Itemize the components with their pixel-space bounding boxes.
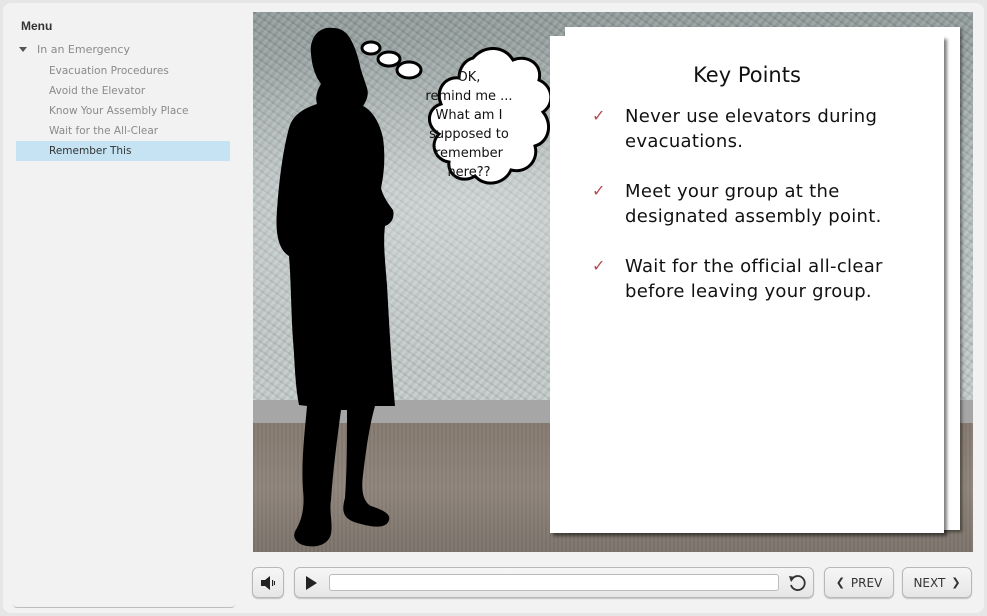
key-points-title: Key Points [693, 63, 801, 87]
next-button[interactable]: NEXT ❯ [902, 567, 972, 598]
thought-line: here?? [447, 165, 491, 180]
prev-button[interactable]: ❮ PREV [824, 567, 894, 598]
thought-bubble-text: OK, remind me ... What am I supposed to … [405, 68, 533, 182]
sidebar-menu: Menu In an Emergency Evacuation Procedur… [13, 13, 235, 608]
key-point-text: Wait for the official all-clear before l… [625, 254, 883, 304]
caret-down-icon[interactable] [19, 46, 27, 52]
thought-line: remind me ... [425, 89, 513, 104]
chevron-left-icon: ❮ [835, 576, 845, 589]
thought-dot-medium [376, 50, 402, 68]
thought-line: What am I [435, 108, 503, 123]
key-point-line: Wait for the official all-clear [625, 256, 883, 277]
check-mark-icon: ✓ [592, 181, 606, 200]
menu-item-avoid-the-elevator[interactable]: Avoid the Elevator [16, 81, 230, 101]
replay-icon[interactable] [787, 573, 807, 593]
key-point-item: ✓ Wait for the official all-clear before… [592, 254, 922, 304]
menu-item-wait-for-the-all-clear[interactable]: Wait for the All-Clear [16, 121, 230, 141]
key-point-line: designated assembly point. [625, 206, 882, 227]
prev-label: PREV [850, 575, 883, 590]
playback-bar [294, 567, 814, 598]
menu-item-remember-this[interactable]: Remember This [16, 141, 230, 161]
slide-stage: OK, remind me ... What am I supposed to … [253, 12, 973, 552]
key-point-item: ✓ Meet your group at the designated asse… [592, 179, 922, 229]
menu-section-label: In an Emergency [37, 42, 130, 56]
progress-slider[interactable] [329, 574, 779, 591]
key-points-list: ✓ Never use elevators during evacuations… [592, 104, 922, 329]
check-mark-icon: ✓ [592, 106, 606, 125]
thought-line: supposed to [429, 127, 509, 142]
chevron-right-icon: ❯ [951, 576, 961, 589]
thought-line: OK, [457, 70, 481, 85]
key-point-text: Meet your group at the designated assemb… [625, 179, 882, 229]
next-label: NEXT [913, 575, 946, 590]
key-point-text: Never use elevators during evacuations. [625, 104, 877, 154]
play-icon[interactable] [303, 575, 319, 591]
thought-dot-small [360, 40, 382, 56]
thought-line: remember [435, 146, 503, 161]
key-point-line: evacuations. [625, 131, 744, 152]
key-points-card: Key Points ✓ Never use elevators during … [550, 36, 944, 533]
menu-title: Menu [21, 19, 53, 33]
key-point-line: Meet your group at the [625, 181, 840, 202]
menu-item-know-your-assembly-place[interactable]: Know Your Assembly Place [16, 101, 230, 121]
course-player: Menu In an Emergency Evacuation Procedur… [3, 3, 984, 613]
speaker-icon [261, 575, 275, 590]
key-point-item: ✓ Never use elevators during evacuations… [592, 104, 922, 154]
menu-item-evacuation-procedures[interactable]: Evacuation Procedures [16, 61, 230, 81]
key-point-line: before leaving your group. [625, 281, 872, 302]
menu-section-in-an-emergency[interactable]: In an Emergency [19, 42, 130, 56]
key-point-line: Never use elevators during [625, 106, 878, 127]
check-mark-icon: ✓ [592, 256, 606, 275]
menu-list: Evacuation Procedures Avoid the Elevator… [16, 61, 230, 161]
mute-button[interactable] [252, 567, 284, 598]
